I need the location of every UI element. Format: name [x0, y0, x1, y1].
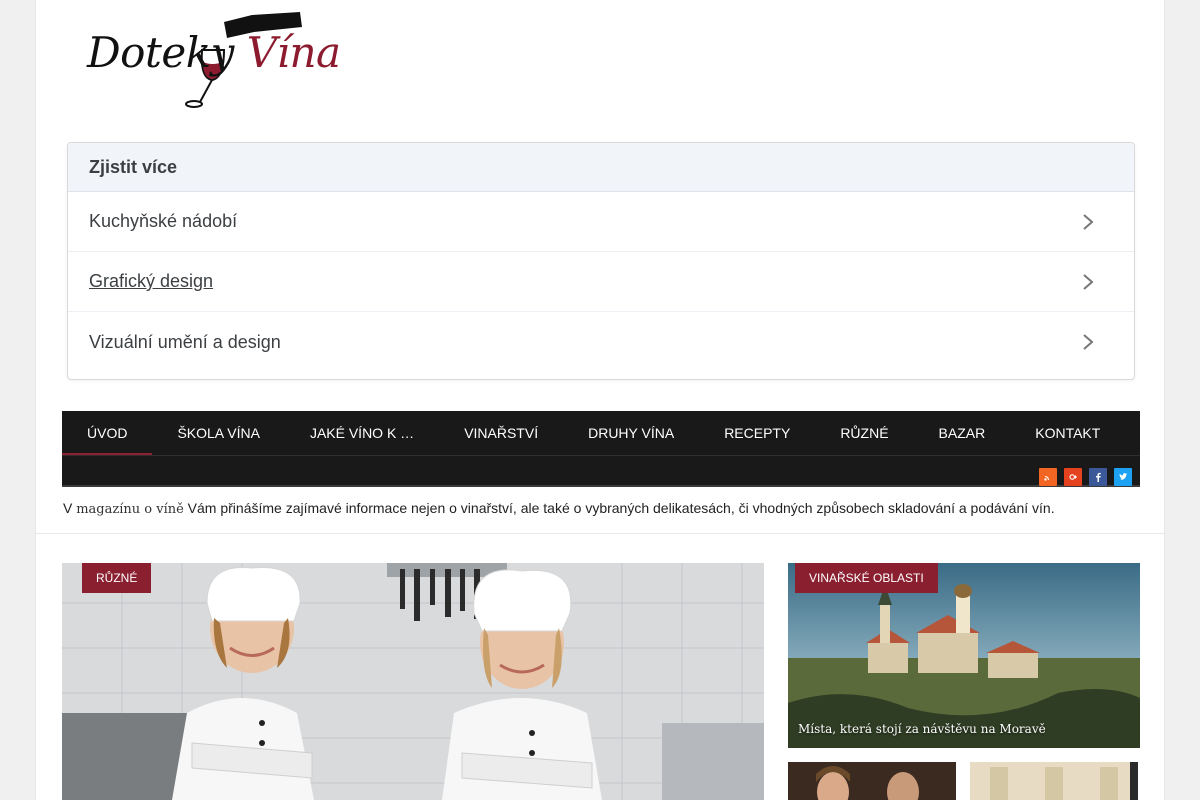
category-badge[interactable]: Různé [82, 563, 152, 593]
main-navigation: Úvod Škola vína Jaké víno k … Vinařství … [62, 411, 1140, 487]
rss-icon[interactable] [1039, 468, 1057, 486]
chevron-right-icon [1068, 207, 1108, 237]
featured-article-main[interactable]: Různé [62, 563, 764, 800]
thumbnail-article-2[interactable] [970, 762, 1138, 800]
topic-item-visual-art[interactable]: Vizuální umění a design [68, 312, 1134, 372]
nav-item-wine-pairing[interactable]: Jaké víno k … [285, 411, 439, 455]
facebook-icon[interactable] [1089, 468, 1107, 486]
tagline-link[interactable]: magazínu o víně [76, 502, 184, 517]
topic-item-kitchenware[interactable]: Kuchyňské nádobí [68, 192, 1134, 252]
twitter-icon[interactable] [1114, 468, 1132, 486]
article-title[interactable]: Místa, která stojí za návštěvu na Moravě [798, 722, 1046, 736]
thumbnail-image [788, 762, 956, 800]
related-topics-title: Zjistit více [68, 143, 1134, 192]
nav-item-wine-types[interactable]: Druhy vína [563, 411, 699, 455]
social-links [1039, 468, 1132, 486]
topic-label: Kuchyňské nádobí [89, 211, 238, 231]
logo-text: Doteky Vína [87, 28, 341, 77]
nav-item-home[interactable]: Úvod [62, 411, 153, 455]
chevron-right-icon [1068, 267, 1108, 297]
thumbnail-image [970, 762, 1138, 800]
nav-item-recipes[interactable]: Recepty [699, 411, 815, 455]
featured-article-side[interactable]: Vinařské oblasti [788, 563, 1140, 748]
nav-item-wine-school[interactable]: Škola vína [152, 411, 284, 455]
topic-label: Vizuální umění a design [89, 331, 281, 352]
nav-divider [62, 455, 1140, 456]
category-badge[interactable]: Vinařské oblasti [795, 563, 938, 593]
site-header: Doteky Vína Zjistit více Kuchyňské nádob… [36, 0, 1164, 534]
nav-item-wineries[interactable]: Vinařství [439, 411, 563, 455]
chevron-right-icon [1068, 327, 1108, 357]
nav-item-contact[interactable]: Kontakt [1010, 411, 1125, 455]
site-logo[interactable]: Doteky Vína [84, 10, 341, 110]
chefs-kitchen-image [62, 563, 764, 800]
related-topics-box: Zjistit více Kuchyňské nádobí Grafický d… [67, 142, 1135, 380]
site-tagline: V magazínu o víně Vám přinášíme zajímavé… [63, 500, 1055, 517]
nav-item-misc[interactable]: Různé [815, 411, 913, 455]
topic-item-graphic-design[interactable]: Grafický design [68, 252, 1134, 312]
topic-label: Grafický design [89, 271, 214, 291]
page: Doteky Vína Zjistit více Kuchyňské nádob… [35, 0, 1165, 800]
google-plus-icon[interactable] [1064, 468, 1082, 486]
thumbnail-article-1[interactable] [788, 762, 956, 800]
nav-item-bazaar[interactable]: Bazar [914, 411, 1011, 455]
